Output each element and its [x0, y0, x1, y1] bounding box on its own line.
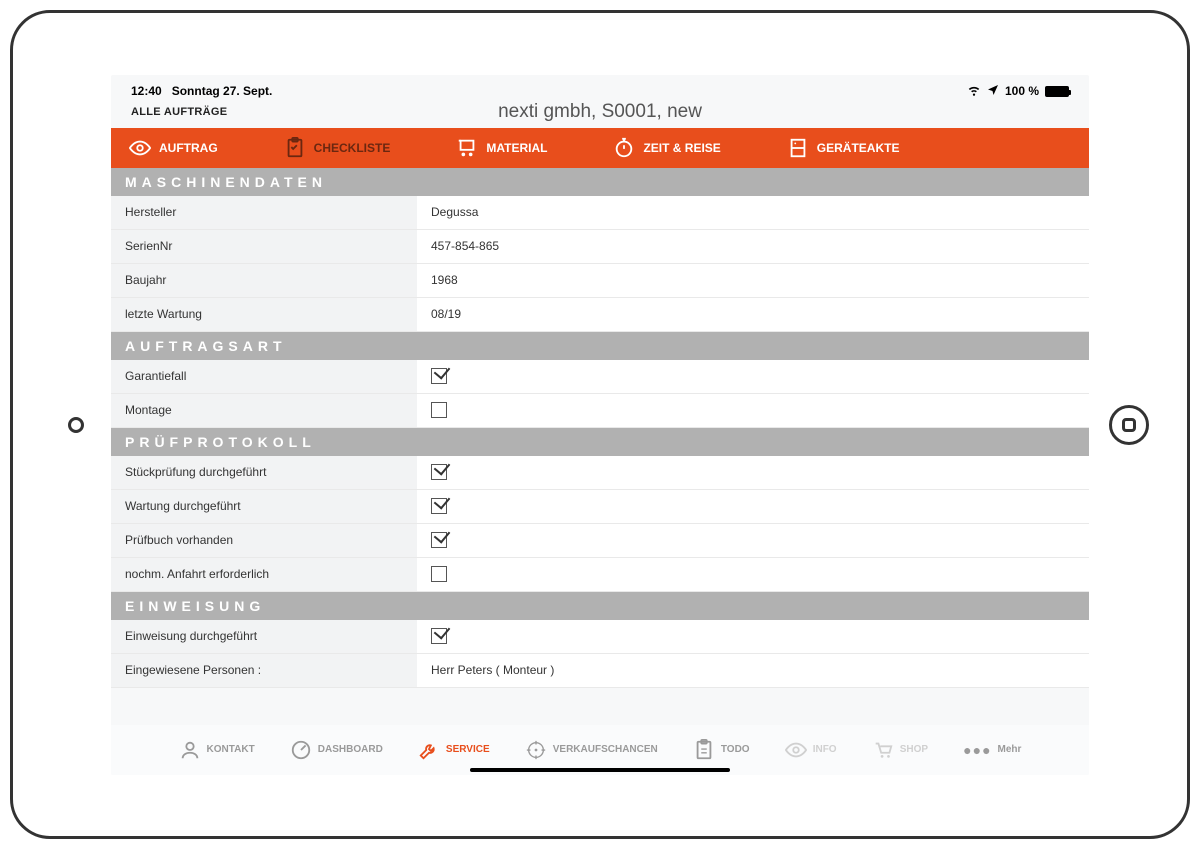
wifi-icon	[967, 83, 981, 100]
all-orders-link[interactable]: ALLE AUFTRÄGE	[131, 106, 227, 118]
screen: 12:40 Sonntag 27. Sept. 100 % ALLE AUFTR…	[111, 75, 1089, 775]
page-title: nexti gmbh, S0001, new	[498, 101, 702, 123]
table-row: Baujahr 1968	[111, 264, 1089, 298]
nav-info[interactable]: INFO	[785, 739, 837, 761]
section-header-pruefprotokoll: PRÜFPROTOKOLL	[111, 428, 1089, 456]
tab-geraeteakte-label: GERÄTEAKTE	[817, 141, 900, 155]
row-value: Herr Peters ( Monteur )	[417, 654, 1089, 687]
table-row: Eingewiesene Personen : Herr Peters ( Mo…	[111, 654, 1089, 688]
shop-cart-icon	[872, 739, 894, 761]
status-bar: 12:40 Sonntag 27. Sept. 100 %	[111, 75, 1089, 104]
tab-zeit-label: ZEIT & REISE	[643, 141, 720, 155]
clipboard-icon	[284, 137, 306, 159]
tab-material-label: MATERIAL	[486, 141, 547, 155]
home-indicator[interactable]	[470, 768, 730, 772]
table-row: Garantiefall	[111, 360, 1089, 394]
tab-auftrag-label: AUFTRAG	[159, 141, 218, 155]
stopwatch-icon	[613, 137, 635, 159]
nav-mehr-label: Mehr	[998, 744, 1022, 755]
table-row: nochm. Anfahrt erforderlich	[111, 558, 1089, 592]
table-row: letzte Wartung 08/19	[111, 298, 1089, 332]
table-row: Montage	[111, 394, 1089, 428]
person-icon	[179, 739, 201, 761]
table-row: Einweisung durchgeführt	[111, 620, 1089, 654]
row-value: 457-854-865	[417, 230, 1089, 263]
nav-dashboard-label: DASHBOARD	[318, 744, 383, 755]
nav-shop[interactable]: SHOP	[872, 739, 928, 761]
tab-checkliste-label: CHECKLISTE	[314, 141, 391, 155]
tab-geraeteakte[interactable]: GERÄTEAKTE	[769, 128, 918, 168]
dots-icon: ●●●	[963, 742, 991, 758]
row-label: Baujahr	[111, 264, 417, 297]
row-label: Prüfbuch vorhanden	[111, 524, 417, 557]
nav-shop-label: SHOP	[900, 744, 928, 755]
eye-icon	[785, 739, 807, 761]
nav-todo[interactable]: TODO	[693, 739, 750, 761]
row-label: Eingewiesene Personen :	[111, 654, 417, 687]
checkbox-pruefbuch[interactable]	[431, 532, 447, 548]
row-value: 08/19	[417, 298, 1089, 331]
cart-icon	[456, 137, 478, 159]
checkbox-stueckpruefung[interactable]	[431, 464, 447, 480]
row-label: Hersteller	[111, 196, 417, 229]
row-label: Montage	[111, 394, 417, 427]
bottom-nav: KONTAKT DASHBOARD SERVICE VERKAUFSCHANCE…	[111, 725, 1089, 775]
nav-todo-label: TODO	[721, 744, 750, 755]
nav-dashboard[interactable]: DASHBOARD	[290, 739, 383, 761]
table-row: Wartung durchgeführt	[111, 490, 1089, 524]
eye-icon	[129, 137, 151, 159]
row-label: Einweisung durchgeführt	[111, 620, 417, 653]
table-row: Prüfbuch vorhanden	[111, 524, 1089, 558]
section-header-maschinendaten: MASCHINENDATEN	[111, 168, 1089, 196]
location-icon	[987, 84, 999, 99]
row-value: 1968	[417, 264, 1089, 297]
checkbox-anfahrt[interactable]	[431, 566, 447, 582]
todo-icon	[693, 739, 715, 761]
row-label: SerienNr	[111, 230, 417, 263]
status-time: 12:40	[131, 84, 162, 98]
row-label: nochm. Anfahrt erforderlich	[111, 558, 417, 591]
tab-auftrag[interactable]: AUFTRAG	[111, 128, 236, 168]
section-header-auftragsart: AUFTRAGSART	[111, 332, 1089, 360]
row-label: Wartung durchgeführt	[111, 490, 417, 523]
checkbox-montage[interactable]	[431, 402, 447, 418]
nav-verkaufschancen[interactable]: VERKAUFSCHANCEN	[525, 739, 658, 761]
nav-info-label: INFO	[813, 744, 837, 755]
checkbox-wartung[interactable]	[431, 498, 447, 514]
home-button[interactable]	[1109, 405, 1149, 445]
nav-kontakt[interactable]: KONTAKT	[179, 739, 255, 761]
battery-percent: 100 %	[1005, 84, 1039, 98]
checkbox-einweisung[interactable]	[431, 628, 447, 644]
row-value: Degussa	[417, 196, 1089, 229]
header: ALLE AUFTRÄGE nexti gmbh, S0001, new	[111, 104, 1089, 128]
camera-icon	[68, 417, 84, 433]
section-header-einweisung: EINWEISUNG	[111, 592, 1089, 620]
home-button-icon	[1122, 418, 1136, 432]
tab-material[interactable]: MATERIAL	[438, 128, 565, 168]
row-label: Stückprüfung durchgeführt	[111, 456, 417, 489]
nav-service[interactable]: SERVICE	[418, 739, 490, 761]
device-icon	[787, 137, 809, 159]
target-icon	[525, 739, 547, 761]
tab-checkliste[interactable]: CHECKLISTE	[266, 128, 409, 168]
status-date: Sonntag 27. Sept.	[172, 84, 273, 98]
nav-kontakt-label: KONTAKT	[207, 744, 255, 755]
gauge-icon	[290, 739, 312, 761]
checkbox-garantiefall[interactable]	[431, 368, 447, 384]
tablet-frame: 12:40 Sonntag 27. Sept. 100 % ALLE AUFTR…	[10, 10, 1190, 839]
table-row: Hersteller Degussa	[111, 196, 1089, 230]
nav-service-label: SERVICE	[446, 744, 490, 755]
nav-mehr[interactable]: ●●● Mehr	[963, 742, 1021, 758]
battery-icon	[1045, 86, 1069, 97]
tab-zeit[interactable]: ZEIT & REISE	[595, 128, 738, 168]
wrench-icon	[418, 739, 440, 761]
row-label: Garantiefall	[111, 360, 417, 393]
table-row: Stückprüfung durchgeführt	[111, 456, 1089, 490]
top-tab-bar: AUFTRAG CHECKLISTE MATERIAL ZEIT & REISE…	[111, 128, 1089, 168]
row-label: letzte Wartung	[111, 298, 417, 331]
table-row: SerienNr 457-854-865	[111, 230, 1089, 264]
nav-verkaufschancen-label: VERKAUFSCHANCEN	[553, 744, 658, 755]
